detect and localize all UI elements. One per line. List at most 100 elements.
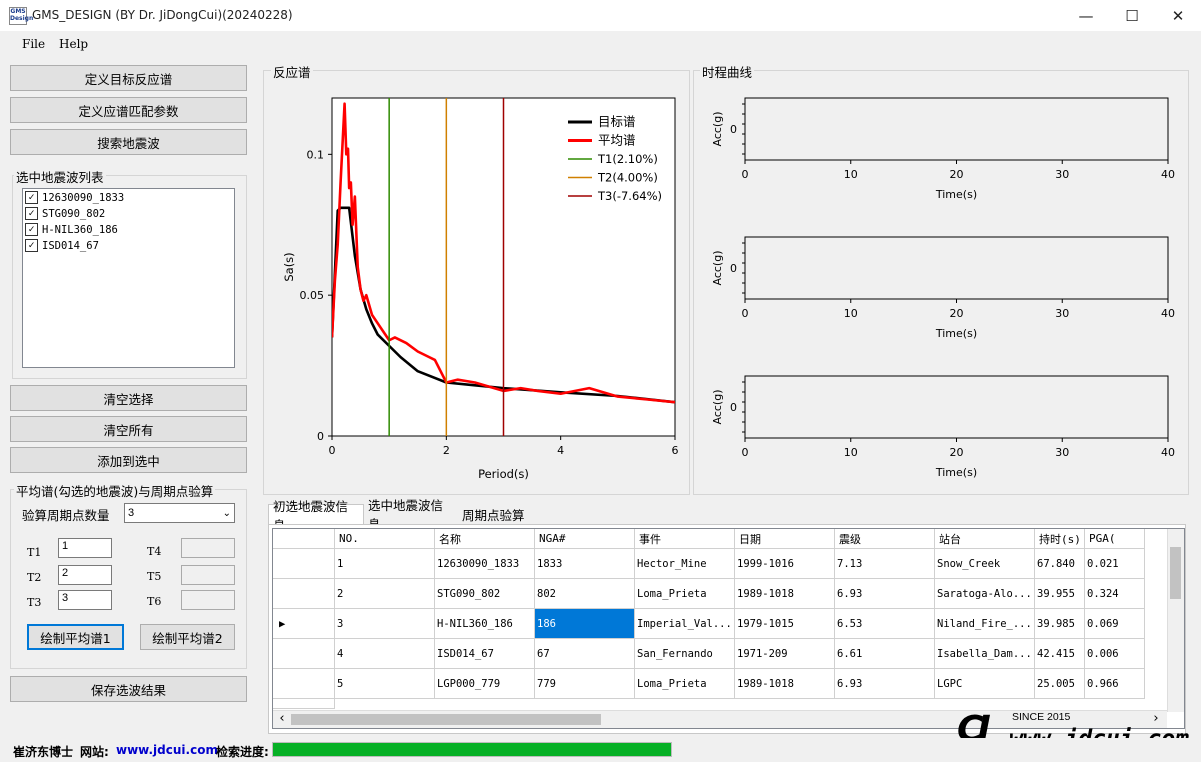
- table-cell[interactable]: Loma_Prieta: [635, 669, 735, 699]
- table-cell[interactable]: 0.966: [1085, 669, 1145, 699]
- waves-table[interactable]: NO. 名称 NGA# 事件 日期 震级 站台 持时(s) PGA( 1 12630090_1833…: [272, 528, 1185, 729]
- row-header[interactable]: [273, 699, 335, 709]
- t6-input[interactable]: [181, 590, 235, 610]
- table-cell[interactable]: 1999-1016: [735, 549, 835, 579]
- table-cell[interactable]: 6.93: [835, 579, 935, 609]
- t3-input[interactable]: 3: [58, 590, 112, 610]
- add-to-selected-button[interactable]: 添加到选中: [10, 447, 247, 473]
- table-cell[interactable]: 0.021: [1085, 549, 1145, 579]
- checkbox[interactable]: ✓: [25, 239, 38, 252]
- table-cell[interactable]: ISD014_67: [435, 639, 535, 669]
- table-cell[interactable]: 0.069: [1085, 609, 1145, 639]
- tab-selected-waves[interactable]: 选中地震波信息: [364, 498, 456, 532]
- table-cell[interactable]: Imperial_Val...: [635, 609, 735, 639]
- table-cell[interactable]: 67: [535, 639, 635, 669]
- table-cell[interactable]: Loma_Prieta: [635, 579, 735, 609]
- tab-period-check[interactable]: 周期点验算: [458, 504, 532, 524]
- table-cell[interactable]: 39.955: [1035, 579, 1085, 609]
- table-cell[interactable]: Isabella_Dam...: [935, 639, 1035, 669]
- column-header[interactable]: 震级: [835, 529, 935, 549]
- row-header[interactable]: [273, 669, 335, 699]
- table-cell[interactable]: 39.985: [1035, 609, 1085, 639]
- checkbox[interactable]: ✓: [25, 223, 38, 236]
- t1-input[interactable]: 1: [58, 538, 112, 558]
- clear-selection-button[interactable]: 清空选择: [10, 385, 247, 411]
- t4-input[interactable]: [181, 538, 235, 558]
- table-cell[interactable]: 0.006: [1085, 639, 1145, 669]
- table-cell[interactable]: H-NIL360_186: [435, 609, 535, 639]
- column-header[interactable]: 持时(s): [1035, 529, 1085, 549]
- table-cell[interactable]: 1979-1015: [735, 609, 835, 639]
- horizontal-scroll-thumb[interactable]: [291, 714, 601, 725]
- column-header[interactable]: 日期: [735, 529, 835, 549]
- menu-file[interactable]: File: [22, 37, 45, 51]
- table-cell[interactable]: Niland_Fire_...: [935, 609, 1035, 639]
- column-header[interactable]: 站台: [935, 529, 1035, 549]
- table-cell[interactable]: 779: [535, 669, 635, 699]
- table-cell[interactable]: 42.415: [1035, 639, 1085, 669]
- checkbox[interactable]: ✓: [25, 207, 38, 220]
- list-item[interactable]: ✓ STG090_802: [25, 206, 105, 221]
- column-header[interactable]: 名称: [435, 529, 535, 549]
- list-item[interactable]: ✓ 12630090_1833: [25, 190, 124, 205]
- list-item[interactable]: ✓ ISD014_67: [25, 238, 99, 253]
- table-cell[interactable]: 3: [335, 609, 435, 639]
- table-cell[interactable]: 1989-1018: [735, 579, 835, 609]
- list-item[interactable]: ✓ H-NIL360_186: [25, 222, 118, 237]
- table-cell[interactable]: LGPC: [935, 669, 1035, 699]
- table-cell[interactable]: 5: [335, 669, 435, 699]
- row-header[interactable]: [273, 579, 335, 609]
- table-cell[interactable]: 1: [335, 549, 435, 579]
- plot-average-2-button[interactable]: 绘制平均谱2: [140, 624, 235, 650]
- plot-average-1-button[interactable]: 绘制平均谱1: [27, 624, 124, 650]
- table-cell[interactable]: Snow_Creek: [935, 549, 1035, 579]
- maximize-icon[interactable]: ☐: [1109, 0, 1155, 31]
- table-cell[interactable]: 186: [535, 609, 635, 639]
- save-results-button[interactable]: 保存选波结果: [10, 676, 247, 702]
- table-cell[interactable]: 0.324: [1085, 579, 1145, 609]
- table-cell[interactable]: 2: [335, 579, 435, 609]
- table-cell[interactable]: LGP000_779: [435, 669, 535, 699]
- column-header[interactable]: NGA#: [535, 529, 635, 549]
- t2-input[interactable]: 2: [58, 565, 112, 585]
- checkbox[interactable]: ✓: [25, 191, 38, 204]
- table-cell[interactable]: San_Fernando: [635, 639, 735, 669]
- table-cell[interactable]: STG090_802: [435, 579, 535, 609]
- table-cell[interactable]: 1971-209: [735, 639, 835, 669]
- minimize-icon[interactable]: —: [1063, 0, 1109, 31]
- vertical-scroll-thumb[interactable]: [1170, 547, 1181, 599]
- table-cell[interactable]: Saratoga-Alo...: [935, 579, 1035, 609]
- close-icon[interactable]: ✕: [1155, 0, 1201, 31]
- table-cell[interactable]: 4: [335, 639, 435, 669]
- tab-initial-waves[interactable]: 初选地震波信息: [268, 499, 364, 533]
- selected-waves-list[interactable]: ✓ 12630090_1833 ✓ STG090_802 ✓ H-NIL360_186…: [22, 188, 235, 368]
- table-cell[interactable]: 802: [535, 579, 635, 609]
- table-cell[interactable]: 6.61: [835, 639, 935, 669]
- table-cell[interactable]: 7.13: [835, 549, 935, 579]
- t5-label: T5: [147, 570, 162, 583]
- row-header[interactable]: ▶: [273, 609, 335, 639]
- t5-input[interactable]: [181, 565, 235, 585]
- table-cell[interactable]: 67.840: [1035, 549, 1085, 579]
- table-cell[interactable]: 12630090_1833: [435, 549, 535, 579]
- scroll-left-icon[interactable]: ‹: [275, 711, 289, 727]
- table-cell[interactable]: 6.93: [835, 669, 935, 699]
- row-header[interactable]: [273, 639, 335, 669]
- period-count-select[interactable]: 3 ⌄: [124, 503, 235, 523]
- table-cell[interactable]: 1989-1018: [735, 669, 835, 699]
- search-waves-button[interactable]: 搜索地震波: [10, 129, 247, 155]
- column-header[interactable]: PGA(: [1085, 529, 1145, 549]
- row-header[interactable]: [273, 549, 335, 579]
- t3-label: T3: [27, 596, 42, 609]
- table-cell[interactable]: 6.53: [835, 609, 935, 639]
- define-target-spectrum-button[interactable]: 定义目标反应谱: [10, 65, 247, 91]
- menu-help[interactable]: Help: [59, 37, 88, 51]
- define-match-params-button[interactable]: 定义应谱匹配参数: [10, 97, 247, 123]
- status-site-link[interactable]: www.jdcui.com: [116, 743, 218, 757]
- column-header[interactable]: 事件: [635, 529, 735, 549]
- column-header[interactable]: NO.: [335, 529, 435, 549]
- table-cell[interactable]: Hector_Mine: [635, 549, 735, 579]
- table-cell[interactable]: 1833: [535, 549, 635, 579]
- clear-all-button[interactable]: 清空所有: [10, 416, 247, 442]
- table-cell[interactable]: 25.005: [1035, 669, 1085, 699]
